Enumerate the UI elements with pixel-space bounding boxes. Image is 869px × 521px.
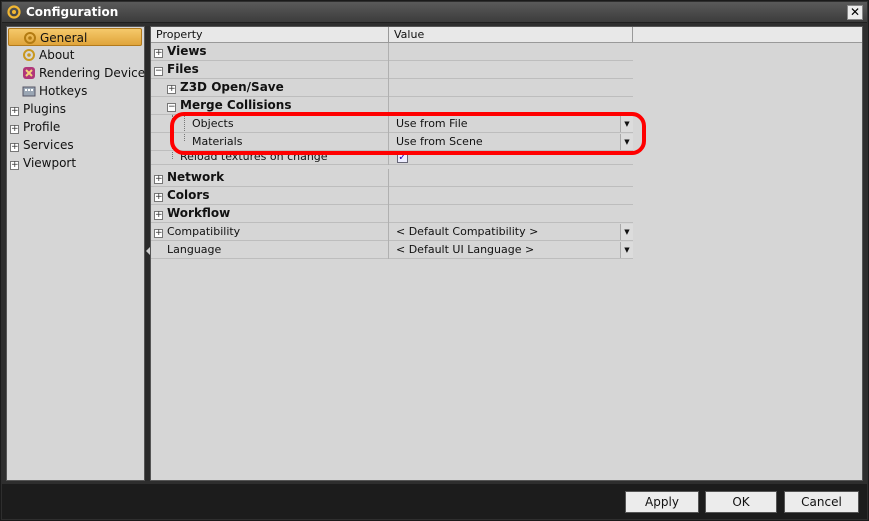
sidebar-item-services[interactable]: + Services <box>10 136 74 154</box>
sidebar-item-rendering-device[interactable]: Rendering Device <box>22 64 145 82</box>
sidebar-item-label: Viewport <box>23 156 77 170</box>
sidebar-item-label: About <box>39 48 75 62</box>
property-cell: + Colors <box>151 187 389 205</box>
expand-icon[interactable]: + <box>10 143 19 152</box>
property-row-z3d-open-save[interactable]: + Z3D Open/Save <box>151 79 633 97</box>
property-grid: Property Value + Views − Files + Z3D Open/S… <box>150 26 863 481</box>
title-bar: Configuration ✕ <box>2 2 867 23</box>
collapse-icon[interactable]: − <box>154 67 163 76</box>
property-label: Files <box>167 62 199 76</box>
property-label: Language <box>167 243 222 256</box>
collapse-icon[interactable]: − <box>167 103 176 112</box>
value-cell <box>390 169 633 187</box>
expand-icon[interactable]: + <box>154 211 163 220</box>
sidebar-item-label: General <box>40 31 88 45</box>
property-row-workflow[interactable]: + Workflow <box>151 205 633 223</box>
value-cell <box>390 205 633 223</box>
sidebar-item-viewport[interactable]: + Viewport <box>10 154 76 172</box>
sidebar-item-label: Plugins <box>23 102 66 116</box>
property-row-network[interactable]: + Network <box>151 169 633 187</box>
value-cell <box>390 79 633 97</box>
value-text: < Default Compatibility > <box>396 225 539 238</box>
grid-header: Property Value <box>151 27 862 43</box>
sidebar-item-hotkeys[interactable]: Hotkeys <box>22 82 87 100</box>
property-cell: + Workflow <box>151 205 389 223</box>
property-row-colors[interactable]: + Colors <box>151 187 633 205</box>
sidebar-item-about[interactable]: About <box>22 46 74 64</box>
close-button[interactable]: ✕ <box>847 5 863 20</box>
sidebar-item-label: Rendering Device <box>39 66 146 80</box>
property-cell: + Compatibility <box>151 223 389 241</box>
property-label: Z3D Open/Save <box>180 80 284 94</box>
column-header-property[interactable]: Property <box>151 27 389 43</box>
apply-button[interactable]: Apply <box>625 491 699 513</box>
property-cell: + Views <box>151 43 389 61</box>
property-row-language[interactable]: Language < Default UI Language > ▼ <box>151 241 633 259</box>
sidebar-item-label: Services <box>23 138 74 152</box>
compatibility-select[interactable]: < Default Compatibility > ▼ <box>390 223 633 241</box>
category-tree: General About Rendering Device Hotkeys +… <box>6 26 145 481</box>
highlight-annotation <box>170 112 646 155</box>
value-cell <box>390 187 633 205</box>
expand-icon[interactable]: + <box>154 229 163 238</box>
render-icon <box>23 67 35 79</box>
expand-icon[interactable]: + <box>154 175 163 184</box>
dropdown-arrow-icon[interactable]: ▼ <box>620 224 633 240</box>
property-row-files[interactable]: − Files <box>151 61 633 79</box>
property-row-views[interactable]: + Views <box>151 43 633 61</box>
property-label: Views <box>167 44 207 58</box>
sidebar-item-label: Hotkeys <box>39 84 88 98</box>
property-row-compatibility[interactable]: + Compatibility < Default Compatibility >… <box>151 223 633 241</box>
property-cell: − Files <box>151 61 389 79</box>
property-cell: + Network <box>151 169 389 187</box>
gear-icon <box>24 32 36 44</box>
sidebar-item-profile[interactable]: + Profile <box>10 118 60 136</box>
property-cell: + Z3D Open/Save <box>151 79 389 97</box>
sidebar-item-label: Profile <box>23 120 61 134</box>
expand-icon[interactable]: + <box>154 193 163 202</box>
property-cell: Language <box>151 241 389 259</box>
expand-icon[interactable]: + <box>10 107 19 116</box>
expand-icon[interactable]: + <box>154 49 163 58</box>
expand-icon[interactable]: + <box>167 85 176 94</box>
value-text: < Default UI Language > <box>396 243 535 256</box>
language-select[interactable]: < Default UI Language > ▼ <box>390 241 633 259</box>
gear-icon <box>7 5 21 19</box>
gear-icon <box>23 49 35 61</box>
sidebar-item-plugins[interactable]: + Plugins <box>10 100 66 118</box>
keyboard-icon <box>22 86 36 97</box>
ok-button[interactable]: OK <box>705 491 777 513</box>
property-label: Workflow <box>167 206 231 220</box>
expand-icon[interactable]: + <box>10 125 19 134</box>
property-label: Network <box>167 170 225 184</box>
property-label: Compatibility <box>167 225 241 238</box>
dropdown-arrow-icon[interactable]: ▼ <box>620 242 633 258</box>
sidebar-item-general[interactable]: General <box>8 28 142 46</box>
cancel-button[interactable]: Cancel <box>784 491 859 513</box>
property-label: Colors <box>167 188 210 202</box>
column-header-value[interactable]: Value <box>389 27 633 43</box>
window-title: Configuration <box>26 5 119 19</box>
expand-icon[interactable]: + <box>10 161 19 170</box>
property-label: Merge Collisions <box>180 98 292 112</box>
value-cell <box>390 61 633 79</box>
value-cell <box>390 43 633 61</box>
configuration-window: Configuration ✕ General About Rendering … <box>0 0 869 521</box>
